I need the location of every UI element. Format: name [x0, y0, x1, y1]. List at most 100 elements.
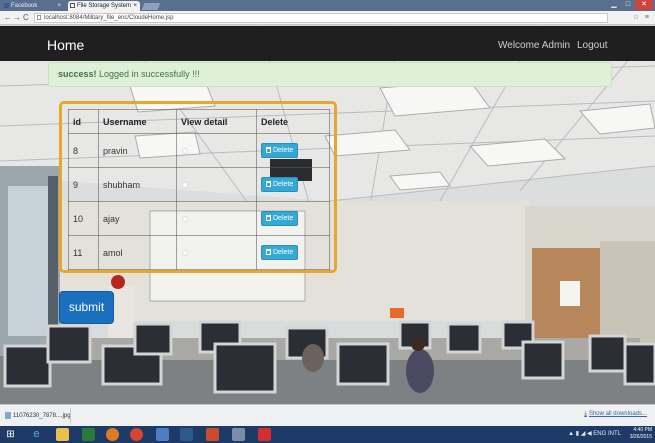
browser-toolbar: ← → C localhost:8084/Military_file_enc/C…: [0, 11, 655, 25]
tab-label: Facebook: [11, 3, 38, 9]
minimize-button[interactable]: ▁: [607, 0, 621, 10]
home-link[interactable]: Home: [47, 37, 84, 53]
cell-view-detail: [176, 167, 257, 202]
cell-id: 10: [68, 201, 99, 236]
column-header-username: Username: [98, 109, 177, 134]
download-arrow-icon: ⤓: [584, 411, 587, 417]
delete-button[interactable]: Delete: [261, 245, 299, 260]
tool-app-icon[interactable]: [232, 428, 245, 441]
download-file-name: 11076230_7878....jpg: [13, 413, 71, 419]
top-navbar: Home Welcome Admin Logout: [0, 26, 655, 61]
cell-view-detail: [176, 133, 257, 168]
taskbar-clock[interactable]: 4:40 PM 3/26/2015: [624, 427, 652, 441]
tab-facebook[interactable]: Facebook ×: [2, 1, 64, 11]
acrobat-icon[interactable]: [258, 428, 271, 441]
file-explorer-icon[interactable]: [56, 428, 69, 441]
download-item[interactable]: 11076230_7878....jpg ▲: [3, 408, 71, 424]
page-viewport: Home Welcome Admin Logout success! Logge…: [0, 26, 655, 404]
view-detail-radio[interactable]: [182, 181, 188, 188]
tab-close-icon[interactable]: ×: [57, 1, 61, 11]
cell-username: ajay: [98, 201, 177, 236]
success-alert: success! Logged in successfully !!!: [48, 62, 612, 87]
cell-id: 8: [68, 133, 99, 168]
cell-delete: Delete: [256, 201, 330, 236]
table-row: 10 ajay Delete: [68, 201, 330, 236]
window-controls: ▁ □ ✕: [607, 0, 653, 11]
table-row: 8 pravin Delete: [68, 133, 330, 168]
column-header-id: id: [68, 109, 99, 134]
show-all-downloads-link[interactable]: ⤓ Show all downloads...: [584, 411, 647, 418]
store-app-icon[interactable]: [82, 428, 95, 441]
column-header-delete: Delete: [256, 109, 330, 134]
delete-button[interactable]: Delete: [261, 211, 299, 226]
system-tray[interactable]: ▲ ▮ ◢ ◀ ENG INTL: [568, 430, 621, 437]
welcome-text: Welcome Admin: [498, 40, 571, 51]
logout-link[interactable]: Logout: [577, 40, 608, 51]
table-row: 9 shubham Delete: [68, 167, 330, 202]
maximize-button[interactable]: □: [621, 0, 635, 10]
downloads-bar: 11076230_7878....jpg ▲ ⤓Show all downloa…: [0, 404, 655, 426]
show-all-label: Show all downloads...: [588, 411, 647, 417]
cell-id: 9: [68, 167, 99, 202]
back-arrow-icon[interactable]: ←: [4, 13, 12, 23]
delete-label: Delete: [273, 215, 294, 222]
trash-icon: [266, 181, 271, 187]
internet-explorer-icon[interactable]: e: [30, 428, 43, 441]
clock-time: 4:40 PM: [633, 427, 652, 433]
cell-delete: Delete: [256, 235, 330, 270]
chevron-up-icon[interactable]: ▲: [69, 408, 70, 424]
alert-strong: success!: [58, 69, 97, 79]
media-app-icon[interactable]: [206, 428, 219, 441]
view-detail-radio[interactable]: [182, 147, 188, 154]
cell-delete: Delete: [256, 133, 330, 168]
forward-arrow-icon[interactable]: →: [13, 13, 21, 23]
app-icon[interactable]: [156, 428, 169, 441]
delete-button[interactable]: Delete: [261, 177, 299, 192]
tray-language: ENG: [593, 431, 607, 437]
cell-username: amol: [98, 235, 177, 270]
page-icon: [37, 15, 41, 20]
reload-icon[interactable]: C: [23, 13, 29, 23]
image-file-icon: [5, 412, 11, 419]
firefox-icon[interactable]: [106, 428, 119, 441]
users-table: id Username View detail Delete 8 pravin …: [68, 109, 330, 270]
browser-tabstrip: Facebook × File Storage System × ▁ □ ✕: [0, 0, 655, 11]
word-icon[interactable]: [180, 428, 193, 441]
trash-icon: [266, 249, 271, 255]
windows-taskbar: ⊞ e ▲ ▮ ◢ ◀ ENG INTL 4:40 PM 3/26/2015: [0, 426, 655, 443]
tray-region: INTL: [607, 431, 621, 437]
facebook-favicon-icon: [4, 3, 9, 8]
tab-label: File Storage System: [77, 3, 132, 9]
cell-username: pravin: [98, 133, 177, 168]
tab-close-icon[interactable]: ×: [133, 1, 137, 11]
windows-start-icon[interactable]: ⊞: [4, 428, 17, 441]
table-row: 11 amol Delete: [68, 235, 330, 270]
cell-view-detail: [176, 201, 257, 236]
alert-message: Logged in successfully !!!: [96, 69, 200, 79]
close-window-button[interactable]: ✕: [635, 0, 653, 10]
trash-icon: [266, 147, 271, 153]
cell-username: shubham: [98, 167, 177, 202]
chrome-icon[interactable]: [130, 428, 143, 441]
delete-label: Delete: [273, 181, 294, 188]
clock-date: 3/26/2015: [629, 434, 652, 440]
view-detail-radio[interactable]: [182, 249, 188, 256]
cell-id: 11: [68, 235, 99, 270]
star-menu-icons[interactable]: ☆ ≡: [633, 13, 651, 21]
new-tab-button[interactable]: [141, 3, 161, 10]
cell-delete: Delete: [256, 167, 330, 202]
column-header-view-detail: View detail: [176, 109, 257, 134]
url-text: localhost:8084/Military_file_enc/CloudeH…: [44, 15, 174, 21]
address-bar[interactable]: localhost:8084/Military_file_enc/CloudeH…: [34, 13, 608, 23]
users-table-panel: id Username View detail Delete 8 pravin …: [59, 101, 337, 273]
table-header-row: id Username View detail Delete: [68, 109, 330, 134]
page-favicon-icon: [70, 3, 75, 8]
view-detail-radio[interactable]: [182, 215, 188, 222]
trash-icon: [266, 215, 271, 221]
delete-label: Delete: [273, 249, 294, 256]
delete-label: Delete: [273, 147, 294, 154]
delete-button[interactable]: Delete: [261, 143, 299, 158]
cell-view-detail: [176, 235, 257, 270]
tab-file-storage[interactable]: File Storage System ×: [68, 1, 140, 11]
submit-button[interactable]: submit: [59, 291, 114, 324]
